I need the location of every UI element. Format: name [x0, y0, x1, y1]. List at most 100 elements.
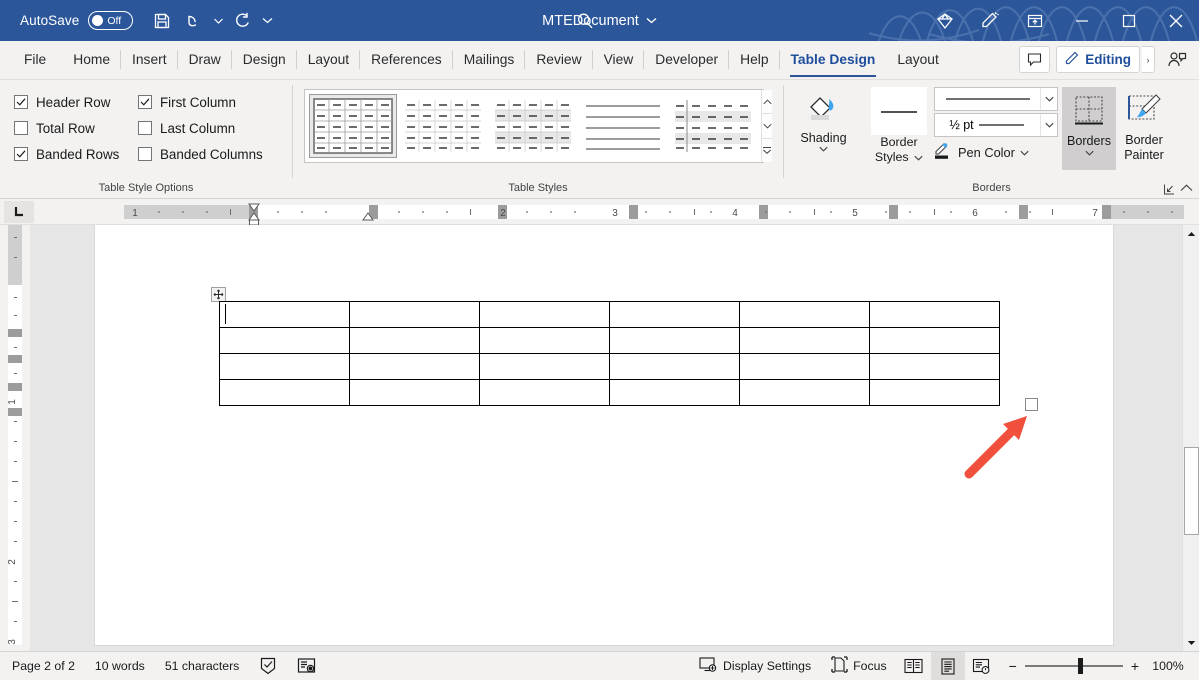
table-cell[interactable] [869, 379, 1000, 406]
table-cell[interactable] [609, 379, 740, 406]
tab-mailings[interactable]: Mailings [453, 40, 526, 79]
editing-mode-caret[interactable]: › [1142, 46, 1155, 73]
table-cell[interactable] [479, 379, 610, 406]
table-cell[interactable] [609, 353, 740, 380]
scroll-up-arrow-icon[interactable] [1183, 225, 1199, 242]
table-styles-gallery[interactable] [304, 89, 772, 163]
table-cell[interactable] [869, 327, 1000, 354]
table-cell[interactable] [479, 301, 610, 328]
tab-developer[interactable]: Developer [644, 40, 730, 79]
checkbox-banded-columns[interactable]: Banded Columns [138, 141, 263, 167]
borders-button[interactable]: Borders [1062, 87, 1116, 170]
table-cell[interactable] [219, 379, 350, 406]
border-painter-button[interactable]: Border Painter [1116, 87, 1172, 163]
vertical-ruler[interactable]: 1 2 3 [0, 225, 30, 651]
checkbox-header-row[interactable]: Header Row [14, 89, 138, 115]
banded-columns-checkbox-box[interactable] [138, 147, 152, 161]
shading-button[interactable]: Shading [792, 87, 855, 152]
autosave-toggle[interactable]: Off [88, 11, 134, 30]
focus-button[interactable]: Focus [821, 652, 897, 680]
display-settings-button[interactable]: Display Settings [689, 652, 821, 680]
header-row-checkbox-box[interactable] [14, 95, 28, 109]
table-cell[interactable] [739, 379, 870, 406]
read-mode-view[interactable] [897, 652, 931, 680]
table-cell[interactable] [739, 301, 870, 328]
table-cell[interactable] [349, 353, 480, 380]
scrollbar-thumb[interactable] [1184, 447, 1199, 535]
table-cell[interactable] [739, 353, 870, 380]
table-style-thumb-3[interactable] [579, 94, 667, 158]
character-count[interactable]: 51 characters [155, 652, 250, 680]
line-weight-combo[interactable]: ½ pt [934, 113, 1058, 137]
document-canvas[interactable] [30, 225, 1182, 651]
print-layout-view[interactable] [930, 651, 965, 680]
table-cell[interactable] [349, 301, 480, 328]
table-cell[interactable] [609, 301, 740, 328]
pen-highlighter-icon[interactable] [967, 0, 1011, 41]
pen-color-dropdown-icon[interactable] [1020, 150, 1029, 156]
tab-references[interactable]: References [360, 40, 453, 79]
table-row[interactable] [219, 301, 1000, 328]
tab-file[interactable]: File [8, 40, 62, 79]
scroll-up-icon[interactable] [762, 90, 772, 115]
word-count[interactable]: 10 words [85, 652, 155, 680]
table-row[interactable] [219, 327, 1000, 354]
table-row[interactable] [219, 353, 1000, 380]
checkbox-last-column[interactable]: Last Column [138, 115, 263, 141]
minimize-icon[interactable] [1058, 0, 1105, 41]
line-style-dropdown-icon[interactable] [1040, 88, 1057, 110]
scroll-down-arrow-icon[interactable] [1183, 634, 1199, 651]
border-styles-button[interactable]: Border Styles [866, 87, 932, 165]
undo-dropdown-icon[interactable] [211, 6, 226, 36]
zoom-slider-thumb[interactable] [1077, 658, 1083, 674]
zoom-control[interactable]: − + 100% [999, 658, 1199, 674]
table-cell[interactable] [349, 379, 480, 406]
accessibility-icon[interactable] [287, 652, 326, 680]
tab-layout[interactable]: Layout [297, 40, 361, 79]
table-style-thumb-4[interactable] [669, 94, 757, 158]
save-icon[interactable] [147, 6, 177, 36]
first-column-checkbox-box[interactable] [138, 95, 152, 109]
table-cell[interactable] [869, 301, 1000, 328]
checkbox-total-row[interactable]: Total Row [14, 115, 138, 141]
table-cell[interactable] [349, 327, 480, 354]
zoom-out-button[interactable]: − [1009, 658, 1017, 674]
table-cell[interactable] [479, 327, 610, 354]
chevron-down-icon[interactable] [646, 17, 657, 24]
tab-draw[interactable]: Draw [178, 40, 232, 79]
zoom-level[interactable]: 100% [1147, 659, 1189, 673]
web-layout-view[interactable] [965, 652, 999, 680]
table-cell[interactable] [219, 353, 350, 380]
last-column-checkbox-box[interactable] [138, 121, 152, 135]
share-person-icon[interactable] [1161, 46, 1193, 73]
close-icon[interactable] [1152, 0, 1199, 41]
total-row-checkbox-box[interactable] [14, 121, 28, 135]
table-cell[interactable] [219, 301, 350, 328]
table-style-thumb-1[interactable] [399, 94, 487, 158]
table-resize-handle[interactable] [1025, 398, 1038, 411]
tab-view[interactable]: View [593, 40, 645, 79]
redo-icon[interactable] [228, 6, 258, 36]
table-style-thumb-0[interactable] [309, 94, 397, 158]
scroll-down-icon[interactable] [762, 114, 772, 139]
dialog-launcher-icon[interactable] [1163, 183, 1177, 197]
table-cell[interactable] [869, 353, 1000, 380]
zoom-slider-track[interactable] [1024, 658, 1123, 674]
line-style-combo[interactable] [934, 87, 1058, 111]
diamond-icon[interactable] [923, 0, 967, 41]
pen-color-button[interactable]: Pen Color [934, 142, 1058, 163]
tab-table-design[interactable]: Table Design [780, 40, 887, 79]
vertical-scrollbar[interactable] [1182, 225, 1199, 651]
line-weight-dropdown-icon[interactable] [1040, 114, 1057, 136]
checkbox-banded-rows[interactable]: Banded Rows [14, 141, 138, 167]
checkbox-first-column[interactable]: First Column [138, 89, 263, 115]
tab-table-layout[interactable]: Layout [886, 40, 949, 79]
shading-dropdown-icon[interactable] [819, 146, 828, 152]
table-move-handle[interactable] [211, 287, 226, 302]
autosave-control[interactable]: AutoSave Off [20, 11, 134, 30]
zoom-in-button[interactable]: + [1131, 658, 1139, 674]
comment-icon[interactable] [1019, 46, 1051, 73]
table-cell[interactable] [739, 327, 870, 354]
table-row[interactable] [219, 379, 1000, 406]
spelling-check-icon[interactable] [249, 652, 287, 680]
